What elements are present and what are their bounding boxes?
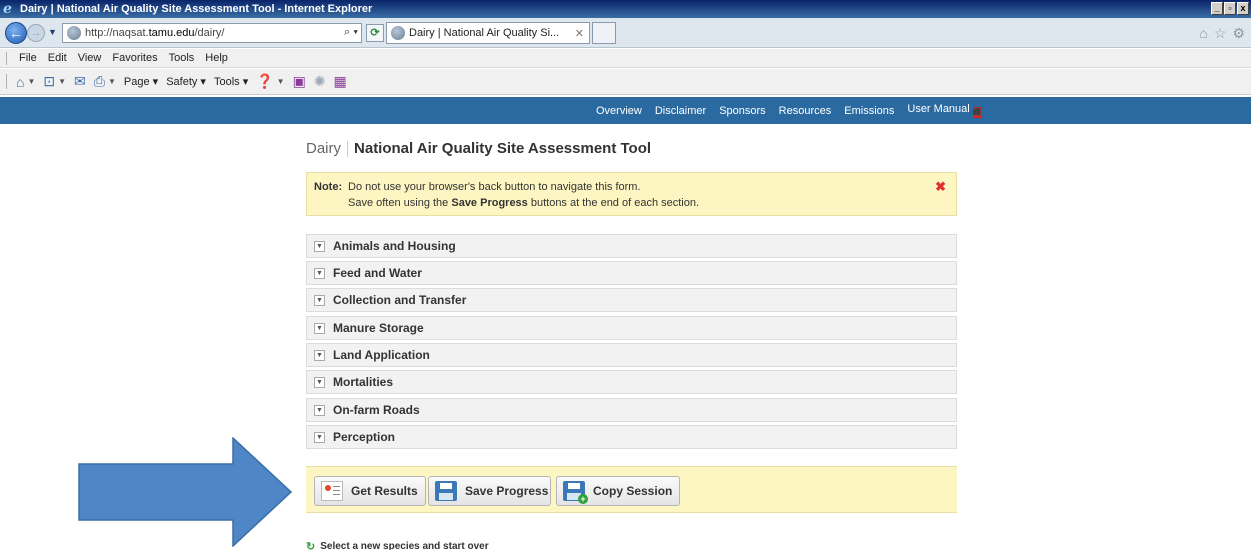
search-dropdown-icon[interactable]: ⌕ ▾: [344, 26, 358, 39]
expand-icon[interactable]: ▼: [314, 431, 325, 443]
note-line-1: Do not use your browser's back button to…: [348, 181, 641, 193]
nav-sponsors[interactable]: Sponsors: [719, 105, 765, 117]
section-perception[interactable]: ▼ Perception: [306, 425, 957, 449]
nav-emissions[interactable]: Emissions: [844, 105, 894, 117]
nav-overview[interactable]: Overview: [596, 105, 642, 117]
nav-resources[interactable]: Resources: [779, 105, 832, 117]
print-icon[interactable]: ⎙: [94, 73, 105, 90]
browser-right-icons: ⌂ ☆ ⚙: [1199, 25, 1245, 42]
tab-globe-icon: [391, 26, 405, 40]
note-line-2: Save often using the Save Progress butto…: [348, 197, 700, 209]
browser-tab[interactable]: Dairy | National Air Quality Si... ✕: [386, 22, 590, 44]
note-label: Note:: [314, 181, 343, 193]
recent-pages-dropdown-icon[interactable]: ▼: [48, 27, 57, 37]
menu-help[interactable]: Help: [205, 52, 228, 64]
menu-favorites[interactable]: Favorites: [112, 52, 157, 64]
section-feed-and-water[interactable]: ▼ Feed and Water: [306, 261, 957, 285]
onenote-icon[interactable]: ▣: [293, 73, 306, 90]
section-land-application[interactable]: ▼ Land Application: [306, 343, 957, 367]
menu-bar: File Edit View Favorites Tools Help: [0, 49, 1251, 68]
refresh-icon[interactable]: ⟳: [366, 24, 384, 42]
species-label: Dairy: [306, 140, 342, 157]
mail-icon[interactable]: ✉: [74, 73, 86, 90]
restore-button[interactable]: ▫: [1224, 2, 1236, 15]
window-titlebar: e Dairy | National Air Quality Site Asse…: [0, 0, 1251, 18]
command-bar: ⌂ ▼ ⊡ ▼ ✉ ⎙ ▼ Page ▾ Safety ▾ Tools ▾ ❓ ▼ ▣ …: [0, 69, 1251, 95]
tool-title: National Air Quality Site Assessment Too…: [354, 140, 652, 157]
internet-explorer-icon: e: [3, 1, 12, 17]
minimize-button[interactable]: _: [1211, 2, 1223, 15]
favorites-star-icon[interactable]: ☆: [1214, 25, 1227, 42]
close-window-button[interactable]: x: [1237, 2, 1249, 15]
close-tab-icon[interactable]: ✕: [575, 27, 584, 40]
dismiss-note-icon[interactable]: ✖: [935, 179, 946, 195]
expand-icon[interactable]: ▼: [314, 240, 325, 252]
window-controls: _ ▫ x: [1211, 2, 1249, 15]
expand-icon[interactable]: ▼: [314, 267, 325, 279]
page-title: Dairy National Air Quality Site Assessme…: [306, 140, 651, 157]
copy-session-button[interactable]: + Copy Session: [556, 476, 680, 506]
onenote-linked-icon[interactable]: ▦: [334, 73, 347, 90]
expand-icon[interactable]: ▼: [314, 376, 325, 388]
get-results-button[interactable]: Get Results: [314, 476, 426, 506]
section-manure-storage[interactable]: ▼ Manure Storage: [306, 316, 957, 340]
home-icon[interactable]: ⌂: [1199, 25, 1207, 42]
return-arrow-icon: ↻: [306, 541, 316, 550]
chevron-down-icon[interactable]: ▼: [58, 77, 66, 86]
address-bar[interactable]: http://naqsat.tamu.edu/dairy/ ⌕ ▾: [62, 23, 362, 43]
copy-floppy-icon: +: [563, 481, 588, 504]
address-toolbar: ← → ▼ http://naqsat.tamu.edu/dairy/ ⌕ ▾ …: [0, 18, 1251, 48]
menu-edit[interactable]: Edit: [48, 52, 67, 64]
note-banner: Note: Do not use your browser's back but…: [306, 172, 957, 216]
section-mortalities[interactable]: ▼ Mortalities: [306, 370, 957, 394]
rss-feed-icon[interactable]: ⊡: [43, 73, 55, 90]
plus-icon: +: [578, 494, 588, 504]
chevron-down-icon[interactable]: ▼: [108, 77, 116, 86]
action-button-bar: Get Results Save Progress + Copy Session: [306, 466, 957, 513]
site-navigation: Overview Disclaimer Sponsors Resources E…: [0, 97, 1251, 124]
start-over-link[interactable]: ↻ Select a new species and start over: [306, 540, 489, 550]
forward-button[interactable]: →: [27, 24, 45, 42]
new-tab-button[interactable]: [592, 22, 616, 44]
title-divider: [347, 140, 349, 157]
window-title: Dairy | National Air Quality Site Assess…: [20, 3, 373, 15]
pdf-icon: ⬛: [972, 107, 982, 118]
menu-file[interactable]: File: [19, 52, 37, 64]
results-report-icon: [321, 481, 343, 501]
nav-disclaimer[interactable]: Disclaimer: [655, 105, 706, 117]
tab-title: Dairy | National Air Quality Si...: [409, 27, 560, 39]
menu-view[interactable]: View: [78, 52, 102, 64]
address-url[interactable]: http://naqsat.tamu.edu/dairy/: [85, 27, 224, 39]
page-globe-icon: [67, 26, 81, 40]
help-icon[interactable]: ❓: [256, 73, 273, 90]
section-on-farm-roads[interactable]: ▼ On-farm Roads: [306, 398, 957, 422]
menu-tools[interactable]: Tools: [169, 52, 195, 64]
expand-icon[interactable]: ▼: [314, 404, 325, 416]
settings-gear-icon[interactable]: ⚙: [1232, 25, 1245, 42]
back-button[interactable]: ←: [5, 22, 27, 44]
annotation-arrow-icon: [78, 437, 293, 547]
menu-grip: [6, 51, 8, 65]
home-command-icon[interactable]: ⌂: [16, 74, 24, 90]
section-collection-and-transfer[interactable]: ▼ Collection and Transfer: [306, 288, 957, 312]
safety-menu[interactable]: Safety ▾: [166, 75, 206, 88]
expand-icon[interactable]: ▼: [314, 322, 325, 334]
section-animals-and-housing[interactable]: ▼ Animals and Housing: [306, 234, 957, 258]
nav-user-manual[interactable]: User Manual ⬛: [907, 103, 982, 118]
chevron-down-icon[interactable]: ▼: [277, 77, 285, 86]
expand-icon[interactable]: ▼: [314, 349, 325, 361]
addon-gear-icon[interactable]: ✺: [314, 73, 326, 90]
expand-icon[interactable]: ▼: [314, 294, 325, 306]
save-floppy-icon: [435, 481, 457, 501]
save-progress-button[interactable]: Save Progress: [428, 476, 551, 506]
chevron-down-icon[interactable]: ▼: [27, 77, 35, 86]
page-menu[interactable]: Page ▾: [124, 75, 158, 88]
command-grip: [6, 74, 8, 89]
tools-menu[interactable]: Tools ▾: [214, 75, 248, 88]
